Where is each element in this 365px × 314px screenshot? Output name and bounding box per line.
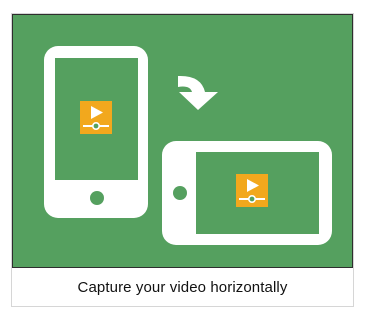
rotate-illustration	[12, 14, 353, 268]
video-play-icon	[236, 174, 268, 207]
rotate-arrow-icon	[178, 75, 218, 110]
caption-text: Capture your video horizontally	[77, 278, 288, 296]
landscape-phone-icon	[162, 141, 332, 245]
tip-card: Capture your video horizontally	[11, 13, 354, 307]
video-play-icon	[80, 101, 112, 134]
portrait-phone-icon	[44, 46, 148, 218]
rotate-illustration-svg	[44, 46, 332, 245]
